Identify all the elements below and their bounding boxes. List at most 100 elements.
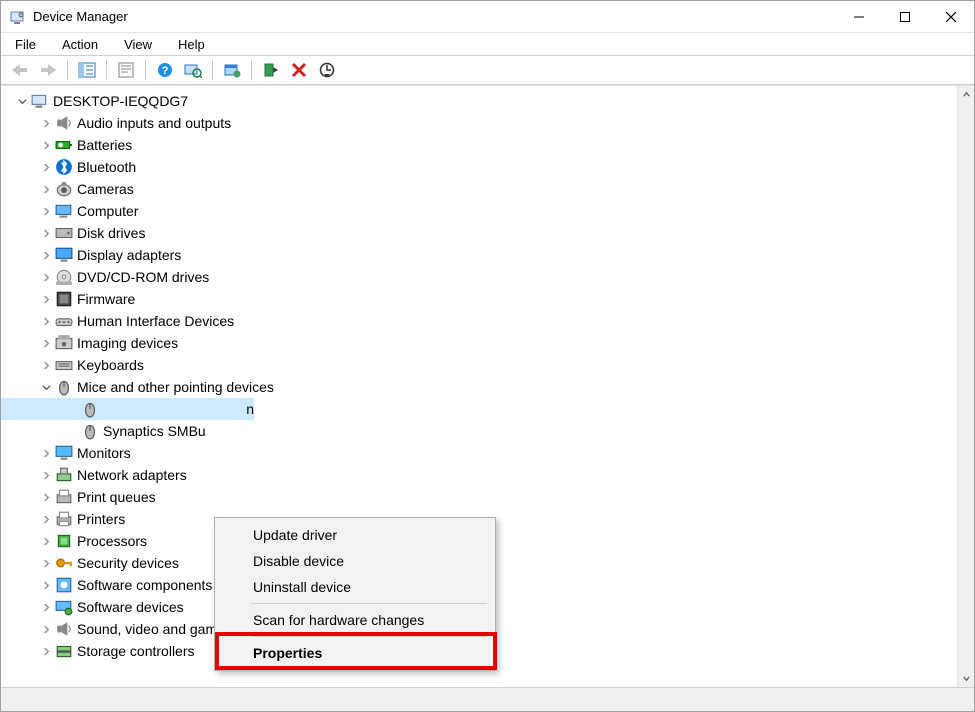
tree-node-label: Audio inputs and outputs — [77, 115, 231, 131]
ctx-update-driver[interactable]: Update driver — [217, 522, 493, 548]
tree-node-label: Processors — [77, 533, 147, 549]
tree-node[interactable]: Imaging devices — [1, 332, 957, 354]
nav-forward-button[interactable] — [35, 58, 61, 82]
chevron-right-icon[interactable] — [39, 116, 53, 130]
chevron-right-icon[interactable] — [39, 292, 53, 306]
tree-node[interactable]: Network adapters — [1, 464, 957, 486]
tree-node-label: Bluetooth — [77, 159, 136, 175]
chevron-right-icon[interactable] — [39, 138, 53, 152]
tree-node-label: Firmware — [77, 291, 135, 307]
sound-icon — [55, 621, 73, 637]
status-bar — [1, 687, 974, 711]
tree-node[interactable]: Display adapters — [1, 244, 957, 266]
tree-node-label: Software devices — [77, 599, 184, 615]
chevron-right-icon[interactable] — [39, 358, 53, 372]
display-icon — [55, 247, 73, 263]
chevron-right-icon[interactable] — [39, 534, 53, 548]
tree-node-label: Keyboards — [77, 357, 144, 373]
tree-node-label: Display adapters — [77, 247, 181, 263]
menu-view[interactable]: View — [120, 35, 156, 54]
chevron-right-icon[interactable] — [39, 160, 53, 174]
tree-node[interactable]: Disk drives — [1, 222, 957, 244]
disk-icon — [55, 225, 73, 241]
properties-button[interactable] — [113, 58, 139, 82]
ctx-scan-hardware[interactable]: Scan for hardware changes — [217, 607, 493, 633]
chevron-right-icon[interactable] — [39, 446, 53, 460]
chevron-right-icon[interactable] — [39, 622, 53, 636]
chevron-right-icon[interactable] — [39, 556, 53, 570]
tree-node[interactable]: Firmware — [1, 288, 957, 310]
key-icon — [55, 555, 73, 571]
imaging-icon — [55, 335, 73, 351]
ctx-properties[interactable]: Properties — [217, 640, 493, 666]
swd-icon — [55, 599, 73, 615]
scroll-down-button[interactable] — [958, 670, 974, 687]
mouse-icon — [81, 423, 99, 439]
chevron-right-icon[interactable] — [39, 512, 53, 526]
enable-device-button[interactable] — [258, 58, 284, 82]
speaker-icon — [55, 115, 73, 131]
tree-node-label: Network adapters — [77, 467, 187, 483]
disable-device-button[interactable] — [314, 58, 340, 82]
tree-node-label: Printers — [77, 511, 125, 527]
chevron-right-icon[interactable] — [39, 182, 53, 196]
chevron-right-icon[interactable] — [39, 336, 53, 350]
chevron-down-icon[interactable] — [39, 380, 53, 394]
tree-root[interactable]: DESKTOP-IEQQDG7 — [1, 90, 957, 112]
ctx-disable-device[interactable]: Disable device — [217, 548, 493, 574]
scroll-up-button[interactable] — [958, 86, 974, 103]
tree-node[interactable]: Monitors — [1, 442, 957, 464]
chevron-right-icon[interactable] — [39, 468, 53, 482]
tree-node[interactable]: Mice and other pointing devices — [1, 376, 957, 398]
menu-file[interactable]: File — [11, 35, 40, 54]
tree-node-label: Software components — [77, 577, 212, 593]
scan-hardware-button[interactable] — [180, 58, 206, 82]
ctx-separator — [251, 603, 487, 604]
nav-back-button[interactable] — [7, 58, 33, 82]
tree-device[interactable]: Synaptics SMBu — [1, 420, 957, 442]
tree-node[interactable]: Audio inputs and outputs — [1, 112, 957, 134]
tree-node-label: Human Interface Devices — [77, 313, 234, 329]
minimize-button[interactable] — [836, 1, 882, 33]
tree-node[interactable]: Batteries — [1, 134, 957, 156]
menu-bar: File Action View Help — [1, 33, 974, 55]
update-driver-button[interactable] — [219, 58, 245, 82]
chevron-right-icon[interactable] — [39, 204, 53, 218]
chevron-right-icon[interactable] — [39, 314, 53, 328]
tree-node[interactable]: Human Interface Devices — [1, 310, 957, 332]
tree-node[interactable]: Print queues — [1, 486, 957, 508]
bluetooth-icon — [55, 159, 73, 175]
chevron-right-icon[interactable] — [39, 578, 53, 592]
tree-node-label: Computer — [77, 203, 138, 219]
menu-action[interactable]: Action — [58, 35, 102, 54]
tree-node-label: Imaging devices — [77, 335, 178, 351]
chevron-down-icon[interactable] — [15, 94, 29, 108]
computer-root-icon — [31, 93, 49, 109]
storage-icon — [55, 643, 73, 659]
tree-node[interactable]: Bluetooth — [1, 156, 957, 178]
chevron-right-icon[interactable] — [39, 248, 53, 262]
chevron-right-icon[interactable] — [39, 600, 53, 614]
battery-icon — [55, 137, 73, 153]
chevron-right-icon[interactable] — [39, 226, 53, 240]
tree-device-label: n — [246, 401, 254, 417]
tree-node[interactable]: Keyboards — [1, 354, 957, 376]
show-hide-tree-button[interactable] — [74, 58, 100, 82]
camera-icon — [55, 181, 73, 197]
computer-icon — [55, 203, 73, 219]
maximize-button[interactable] — [882, 1, 928, 33]
tree-device-selected[interactable]: n — [1, 398, 254, 420]
uninstall-device-button[interactable] — [286, 58, 312, 82]
tree-node[interactable]: Cameras — [1, 178, 957, 200]
chevron-right-icon[interactable] — [39, 490, 53, 504]
window-title: Device Manager — [33, 9, 128, 24]
menu-help[interactable]: Help — [174, 35, 209, 54]
tree-node[interactable]: Computer — [1, 200, 957, 222]
close-button[interactable] — [928, 1, 974, 33]
chevron-right-icon[interactable] — [39, 270, 53, 284]
help-button[interactable]: ? — [152, 58, 178, 82]
ctx-uninstall-device[interactable]: Uninstall device — [217, 574, 493, 600]
tree-node[interactable]: DVD/CD-ROM drives — [1, 266, 957, 288]
chevron-right-icon[interactable] — [39, 644, 53, 658]
vertical-scrollbar[interactable] — [957, 86, 974, 687]
